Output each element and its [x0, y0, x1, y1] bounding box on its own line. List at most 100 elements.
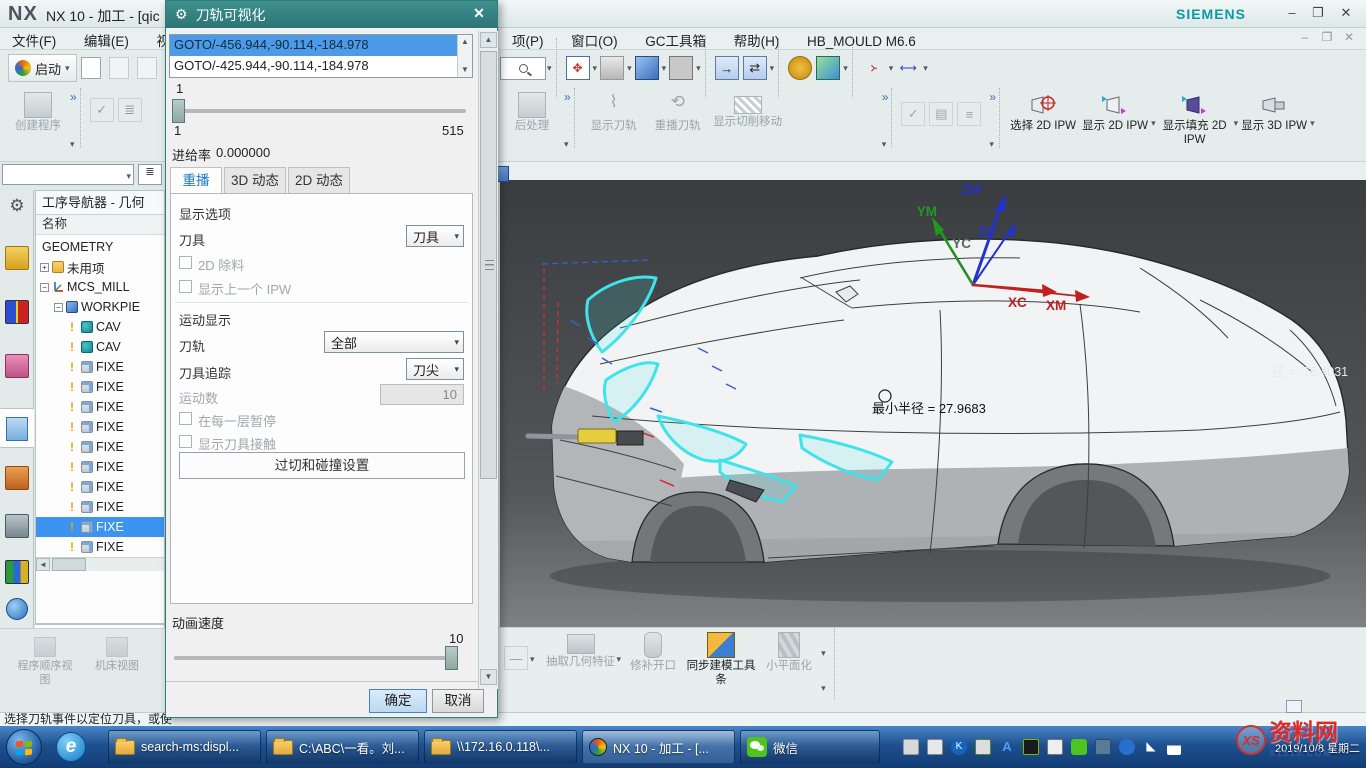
volume-tray-icon[interactable]: ◣: [1143, 739, 1159, 755]
expand-group-chevron[interactable]: »: [989, 90, 996, 104]
program-order-view-button[interactable]: 程序顺序视图: [14, 637, 76, 688]
child-close-button[interactable]: ✕: [1340, 30, 1358, 46]
assembly-navigator-icon[interactable]: [5, 246, 29, 270]
menu-window[interactable]: 窗口(O): [559, 28, 630, 52]
wechat-tray-icon[interactable]: [1071, 739, 1087, 755]
dialog-title-bar[interactable]: ⚙ 刀轨可视化 ✕: [166, 1, 497, 28]
scrollbar-thumb[interactable]: [52, 558, 86, 571]
caret-down-icon[interactable]: ▾: [882, 139, 889, 150]
caret-down-icon[interactable]: ▾: [530, 654, 535, 665]
ok-button[interactable]: 确定: [369, 689, 427, 713]
taskbar-item-abc-folder[interactable]: C:\ABC\一看。刘...: [266, 730, 419, 764]
goto-line-selected[interactable]: GOTO/-456.944,-90.114,-184.978: [170, 35, 472, 56]
tree-row-fixed-contour[interactable]: !FIXE: [36, 477, 164, 497]
restore-button[interactable]: ❐: [1308, 4, 1328, 22]
show-toolpath-button[interactable]: ⌇ 显示刀轨: [582, 88, 646, 154]
taskbar-item-wechat[interactable]: 微信: [740, 730, 880, 764]
sogou-tray-icon[interactable]: A: [999, 739, 1015, 755]
library-books-icon[interactable]: [5, 560, 29, 584]
graphics-viewport[interactable]: 最小半径 = 27.9683 径 = -76.4031 ZM ZC YM YC …: [500, 180, 1366, 627]
expand-group-chevron[interactable]: »: [564, 90, 571, 104]
tree-row-fixed-contour[interactable]: !FIXE: [36, 457, 164, 477]
toolpath-combo[interactable]: 全部▾: [324, 331, 464, 353]
show-filled-2d-ipw-button[interactable]: 显示填充 2D IPW: [1156, 88, 1234, 154]
taskbar-item-search[interactable]: search-ms:displ...: [108, 730, 261, 764]
sheet-icon[interactable]: ▤: [929, 102, 953, 126]
security-shield-tray-icon[interactable]: [1119, 739, 1135, 755]
tree-row-fixed-contour[interactable]: !FIXE: [36, 357, 164, 377]
extract-geometry-button[interactable]: 抽取几何特征: [545, 628, 617, 694]
caret-down-icon[interactable]: ▾: [70, 139, 77, 150]
tree-row-cavity[interactable]: !CAV: [36, 337, 164, 357]
speed-slider-thumb[interactable]: [445, 646, 458, 670]
tree-row-fixed-contour[interactable]: !FIXE: [36, 537, 164, 557]
launch-menu-button[interactable]: 启动 ▾: [8, 54, 77, 82]
network-signal-tray-icon[interactable]: [1167, 739, 1181, 755]
more-tools-icon[interactable]: —: [504, 646, 528, 670]
show-2d-ipw-button[interactable]: 显示 2D IPW: [1079, 88, 1151, 154]
collapse-icon[interactable]: −: [40, 283, 49, 292]
save-icon[interactable]: [137, 57, 157, 79]
machine-tool-view-button[interactable]: 机床视图: [86, 637, 148, 674]
caret-down-icon[interactable]: ▾: [662, 63, 667, 74]
clip-section-icon[interactable]: →: [715, 56, 739, 80]
select-2d-ipw-button[interactable]: 选择 2D IPW: [1007, 88, 1079, 154]
command-search-box[interactable]: [500, 57, 546, 80]
collapse-icon[interactable]: −: [54, 303, 63, 312]
part-navigator-icon[interactable]: [5, 354, 29, 378]
goto-event-list[interactable]: GOTO/-456.944,-90.114,-184.978 GOTO/-425…: [169, 34, 473, 78]
taskbar-item-nx[interactable]: NX 10 - 加工 - [...: [582, 730, 735, 764]
caret-down-icon[interactable]: ▾: [770, 63, 775, 74]
gouge-collision-settings-button[interactable]: 过切和碰撞设置: [179, 452, 465, 479]
goto-line[interactable]: GOTO/-425.944,-90.114,-184.978: [170, 56, 472, 77]
menu-edit[interactable]: 编辑(E): [72, 28, 141, 52]
caret-down-icon[interactable]: ▾: [564, 139, 571, 150]
list-icon[interactable]: ≣: [118, 98, 142, 122]
horizontal-scrollbar[interactable]: ◄: [36, 557, 164, 571]
caret-down-icon[interactable]: ▾: [547, 63, 552, 74]
scroll-left-icon[interactable]: ◄: [36, 558, 50, 571]
show-last-ipw-checkbox[interactable]: [179, 280, 192, 293]
tree-row-cavity[interactable]: !CAV: [36, 317, 164, 337]
tree-row-fixed-contour[interactable]: !FIXE: [36, 397, 164, 417]
orient-view-cube-icon[interactable]: [635, 56, 659, 80]
tab-2d-dynamic[interactable]: 2D 动态: [288, 167, 350, 194]
expand-group-chevron[interactable]: »: [70, 90, 77, 104]
caret-down-icon[interactable]: ▾: [923, 63, 928, 74]
dialog-close-icon[interactable]: ✕: [469, 5, 489, 23]
operation-navigator-tab-active[interactable]: [0, 408, 34, 448]
snap-gear-icon[interactable]: [788, 56, 812, 80]
verify-icon[interactable]: ✓: [90, 98, 114, 122]
navigator-column-header[interactable]: 名称: [36, 215, 164, 235]
close-button[interactable]: ✕: [1336, 4, 1356, 22]
scroll-down-icon[interactable]: ▼: [480, 669, 497, 685]
dialog-scrollbar[interactable]: ▲ ▼: [478, 31, 498, 689]
display-tray-icon[interactable]: [1095, 739, 1111, 755]
start-button[interactable]: [6, 729, 42, 765]
work-view-icon[interactable]: [816, 56, 840, 80]
dialog-scrollbar-thumb[interactable]: [480, 51, 497, 479]
nvidia-tray-icon[interactable]: [1023, 739, 1039, 755]
tab-replay[interactable]: 重播: [170, 167, 222, 194]
caret-down-icon[interactable]: ▾: [1310, 118, 1315, 129]
internet-explorer-icon[interactable]: e: [56, 732, 86, 762]
edit-section-icon[interactable]: ⇄: [743, 56, 767, 80]
motion-count-field[interactable]: 10: [380, 384, 464, 405]
integrated-simulation-icon[interactable]: [5, 514, 29, 538]
properties-icon[interactable]: ≡: [957, 102, 981, 126]
speed-slider-track[interactable]: [174, 656, 458, 660]
tree-row-unused[interactable]: +未用项: [36, 257, 164, 277]
approve-icon[interactable]: ✓: [901, 102, 925, 126]
replay-slider-track[interactable]: [174, 109, 466, 113]
usb-tray-icon[interactable]: [927, 739, 943, 755]
child-minimize-button[interactable]: –: [1296, 30, 1314, 46]
tree-row-workpiece[interactable]: −WORKPIE: [36, 297, 164, 317]
replay-slider-thumb[interactable]: [172, 99, 185, 123]
caret-down-icon[interactable]: ▾: [821, 683, 826, 694]
list-scrollbar[interactable]: ▲▼: [457, 35, 472, 77]
tree-row-fixed-contour[interactable]: !FIXE: [36, 437, 164, 457]
command-list-button[interactable]: ≣: [138, 164, 162, 185]
render-style-icon[interactable]: [600, 56, 624, 80]
caret-down-icon[interactable]: ▾: [889, 63, 894, 74]
tool-display-combo[interactable]: 刀具▾: [406, 225, 464, 247]
